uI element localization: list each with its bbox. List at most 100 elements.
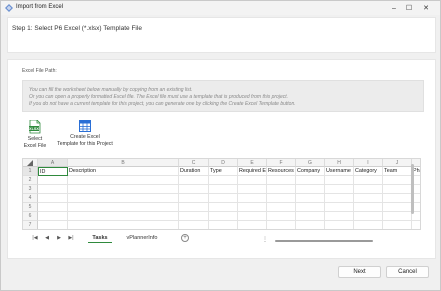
grid-cell[interactable] [296,185,325,194]
grid-cell[interactable] [383,194,412,203]
grid-cell[interactable] [325,212,354,221]
cell-header-username[interactable]: Username [325,167,354,176]
add-sheet-icon[interactable]: + [181,234,189,242]
tab-vplannerinfo[interactable]: vPlannerInfo [120,234,164,243]
grid-cell[interactable] [209,194,238,203]
grid-cell[interactable] [238,185,267,194]
grid-cell[interactable] [325,194,354,203]
column-header[interactable]: B [68,159,179,167]
grid-cell[interactable] [68,212,179,221]
grid-cell[interactable] [325,176,354,185]
grid-cell[interactable] [296,221,325,229]
column-header[interactable]: C [179,159,209,167]
grid-cell[interactable] [38,194,68,203]
column-header[interactable]: G [296,159,325,167]
grid-cell[interactable] [383,212,412,221]
grid-cell[interactable] [68,203,179,212]
grid-cell[interactable] [383,185,412,194]
grid-cell[interactable] [238,194,267,203]
row-header[interactable]: 4 [23,194,38,203]
grid-cell[interactable] [179,185,209,194]
grid-cell[interactable] [209,203,238,212]
grid-cell[interactable] [267,221,296,229]
first-sheet-icon[interactable]: |◀ [31,235,39,241]
grid-cell[interactable] [296,203,325,212]
grid-cell[interactable] [179,194,209,203]
next-sheet-icon[interactable]: ▶ [55,235,63,241]
prev-sheet-icon[interactable]: ◀ [43,235,51,241]
grid-cell[interactable] [179,176,209,185]
grid-cell[interactable] [209,176,238,185]
grid-cell[interactable] [383,176,412,185]
column-header[interactable]: I [354,159,383,167]
column-header[interactable]: E [238,159,267,167]
grid-cell[interactable] [412,221,420,229]
grid-cell[interactable] [325,221,354,229]
grid-cell[interactable] [325,185,354,194]
splitter-handle-icon[interactable]: ⋮ [262,236,268,243]
grid-cell[interactable] [354,221,383,229]
grid-cell[interactable] [68,221,179,229]
select-excel-file-button[interactable]: XLSX Select Excel File [21,120,49,149]
next-button[interactable]: Next [338,266,381,278]
grid-cell[interactable] [68,176,179,185]
cell-header-duration[interactable]: Duration [179,167,209,176]
grid-cell[interactable] [325,203,354,212]
cell-header-resources[interactable]: Resources [267,167,296,176]
select-all-corner[interactable] [23,159,38,167]
row-header[interactable]: 5 [23,203,38,212]
grid-cell[interactable] [354,176,383,185]
grid-cell[interactable] [354,194,383,203]
grid-cell[interactable] [209,221,238,229]
spreadsheet-grid[interactable]: A B C D E F G H I J 1 2 3 4 5 6 7 ID Des… [22,158,421,230]
cell-header-required[interactable]: Required E [238,167,267,176]
row-header[interactable]: 1 [23,167,38,176]
column-header[interactable]: H [325,159,354,167]
grid-cell[interactable] [209,212,238,221]
cell-header-team[interactable]: Team [383,167,412,176]
grid-cell[interactable] [209,185,238,194]
row-header[interactable]: 3 [23,185,38,194]
cell-header-description[interactable]: Description [68,167,179,176]
grid-cell[interactable] [179,212,209,221]
column-header[interactable]: J [383,159,412,167]
vertical-scrollbar[interactable] [411,164,414,214]
grid-cell[interactable] [383,221,412,229]
horizontal-scrollbar[interactable] [275,240,373,242]
grid-cell[interactable] [267,176,296,185]
grid-cell[interactable] [267,185,296,194]
grid-cell[interactable] [179,221,209,229]
cell-header-id[interactable]: ID [38,167,68,176]
grid-cell[interactable] [296,194,325,203]
grid-cell[interactable] [38,203,68,212]
minimize-button[interactable]: – [388,3,400,13]
grid-cell[interactable] [296,212,325,221]
row-header[interactable]: 6 [23,212,38,221]
grid-cell[interactable] [383,203,412,212]
grid-cell[interactable] [296,176,325,185]
grid-cell[interactable] [38,221,68,229]
grid-cell[interactable] [354,212,383,221]
column-header[interactable]: F [267,159,296,167]
grid-cell[interactable] [354,203,383,212]
cell-header-type[interactable]: Type [209,167,238,176]
grid-cell[interactable] [179,203,209,212]
grid-cell[interactable] [267,212,296,221]
create-excel-template-button[interactable]: Create Excel Template for this Project [50,120,120,147]
grid-cell[interactable] [354,185,383,194]
last-sheet-icon[interactable]: ▶| [67,235,75,241]
grid-cell[interactable] [238,212,267,221]
column-header[interactable]: A [38,159,68,167]
cell-header-category[interactable]: Category [354,167,383,176]
grid-cell[interactable] [38,212,68,221]
grid-cell[interactable] [38,185,68,194]
grid-cell[interactable] [38,176,68,185]
column-header[interactable]: D [209,159,238,167]
close-button[interactable]: ✕ [420,3,432,13]
cancel-button[interactable]: Cancel [386,266,429,278]
grid-cell[interactable] [238,176,267,185]
maximize-button[interactable]: ☐ [403,3,415,13]
grid-cell[interactable] [267,194,296,203]
row-header[interactable]: 7 [23,221,38,229]
tab-tasks[interactable]: Tasks [88,234,112,243]
